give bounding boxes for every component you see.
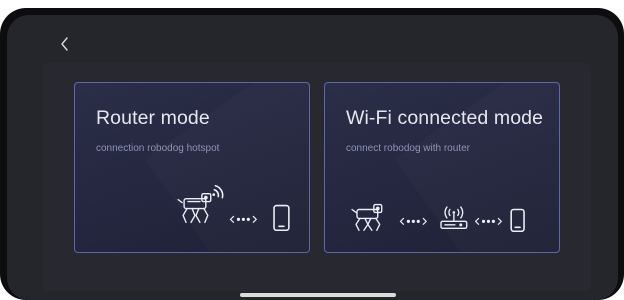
- wifi-connected-mode-card[interactable]: Wi-Fi connected mode connect robodog wit…: [324, 82, 560, 253]
- router-mode-illustration: [177, 184, 290, 232]
- phone-icon: [510, 208, 525, 233]
- device-frame: Router mode connection robodog hotspot W…: [0, 8, 624, 300]
- router-mode-card[interactable]: Router mode connection robodog hotspot: [74, 82, 310, 253]
- robodog-icon: [177, 192, 212, 224]
- chevron-left-icon: [61, 37, 68, 51]
- dotted-arrows-icon: [229, 215, 258, 223]
- dotted-arrows-icon: [399, 217, 428, 225]
- wifi-mode-illustration: [351, 203, 525, 233]
- app-screen: Router mode connection robodog hotspot W…: [7, 15, 618, 300]
- router-icon: [440, 206, 468, 229]
- wifi-signal-icon: [212, 184, 224, 199]
- dotted-arrows-icon: [474, 217, 503, 225]
- phone-icon: [273, 204, 290, 232]
- back-button[interactable]: [55, 33, 75, 55]
- robodog-icon: [351, 203, 383, 231]
- home-indicator[interactable]: [240, 293, 396, 297]
